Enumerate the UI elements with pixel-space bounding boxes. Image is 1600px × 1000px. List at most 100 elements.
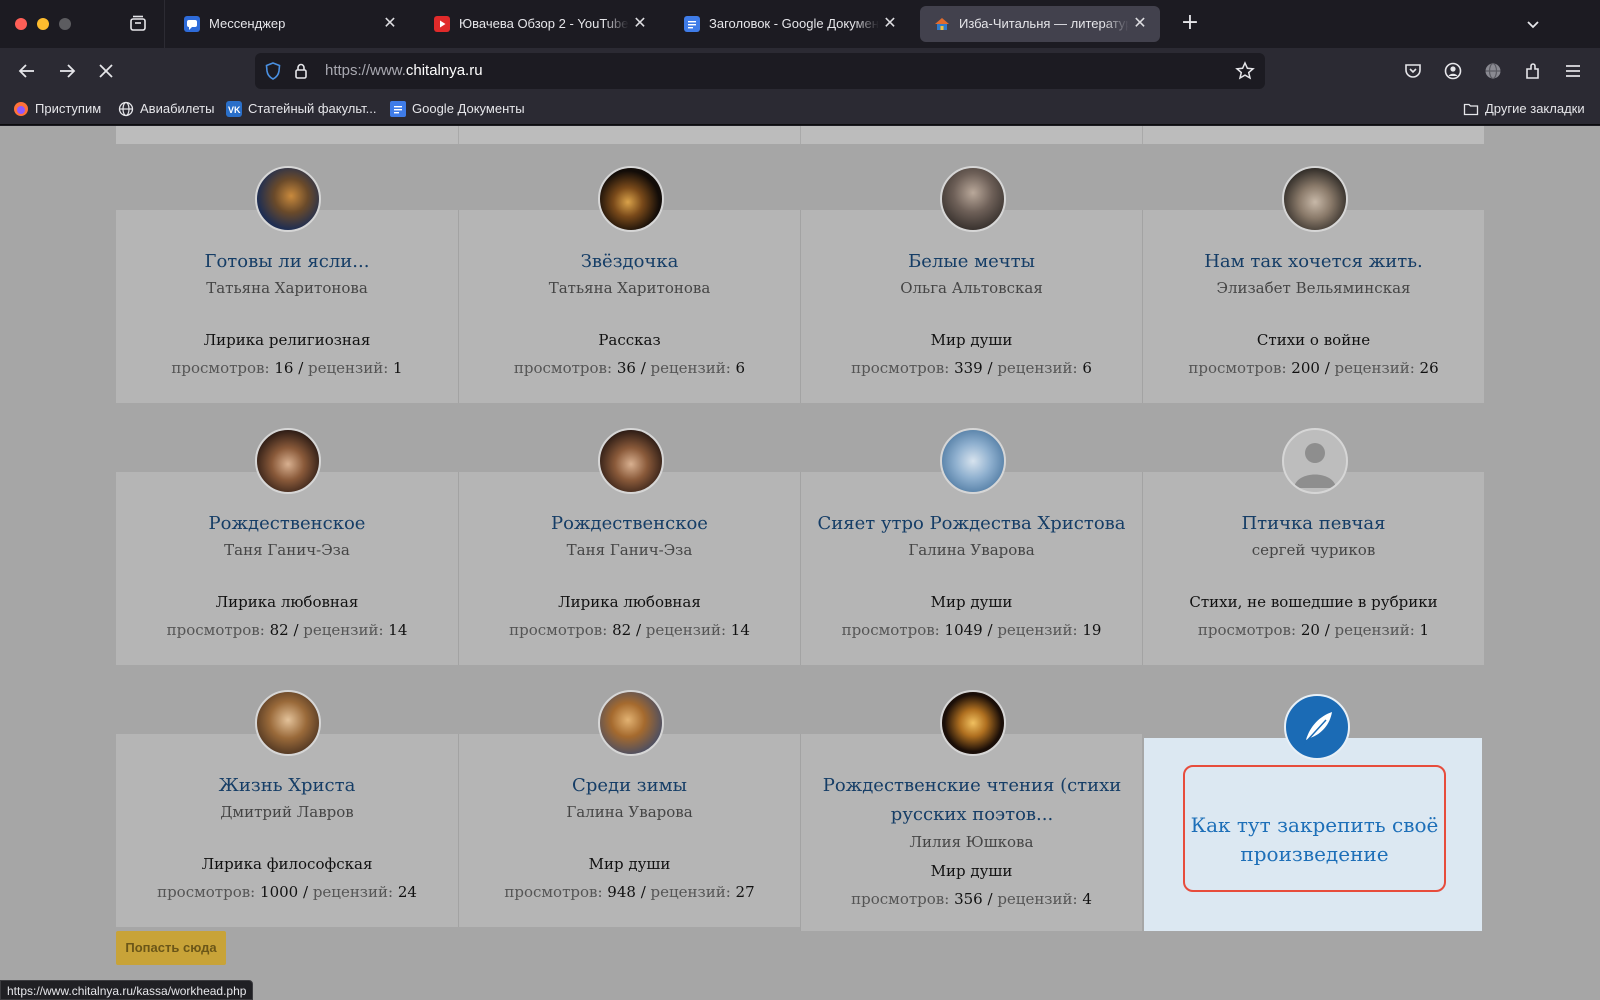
work-card[interactable]: Рождественское Таня Ганич-Эза Лирика люб… [458,428,800,665]
pin-work-link[interactable]: Как тут закрепить своё произведение [1185,811,1444,869]
work-genre: Стихи, не вошедшие в рубрики [1189,593,1438,611]
work-stats: просмотров: 948 / рецензий: 27 [504,883,755,901]
pocket-icon[interactable] [1403,61,1423,81]
work-stats: просмотров: 36 / рецензий: 6 [513,359,746,377]
work-card[interactable]: Среди зимы Галина Уварова Мир души просм… [458,690,800,927]
tab-title: Ювачева Обзор 2 - YouTube [459,16,629,31]
work-author-link[interactable]: Галина Уварова [459,803,800,821]
tracking-protection-shield-icon[interactable] [263,61,283,81]
window-maximize-button[interactable] [59,18,71,30]
author-avatar[interactable] [598,690,664,756]
chitalnya-icon [934,16,950,32]
back-button[interactable] [17,61,37,81]
work-stats: просмотров: 1000 / рецензий: 24 [157,883,417,901]
author-avatar[interactable] [598,428,664,494]
work-title-link[interactable]: Птичка певчая [1143,509,1484,538]
work-genre: Стихи о войне [1256,331,1371,349]
work-title-link[interactable]: Рождественские чтения (стихи русских поэ… [822,771,1122,829]
forward-button[interactable] [57,61,77,81]
tab-manager-icon[interactable] [128,14,148,34]
work-author-link[interactable]: Элизабет Вельяминская [1143,279,1484,297]
work-author-link[interactable]: Татьяна Харитонова [116,279,458,297]
work-title-link[interactable]: Нам так хочется жить. [1143,247,1484,276]
work-card[interactable]: Птичка певчая сергей чуриков Стихи, не в… [1142,428,1484,665]
work-genre: Рассказ [598,331,661,349]
work-title-link[interactable]: Сияет утро Рождества Христова [801,509,1142,538]
work-card[interactable]: Рождественские чтения (стихи русских поэ… [800,690,1142,931]
author-avatar[interactable] [940,428,1006,494]
work-author-link[interactable]: Таня Ганич-Эза [116,541,458,559]
stop-loading-button[interactable] [96,61,116,81]
author-avatar[interactable] [940,166,1006,232]
bookmark-star-icon[interactable] [1235,61,1255,81]
default-avatar-icon[interactable] [1282,428,1348,494]
work-card[interactable]: Сияет утро Рождества Христова Галина Ува… [800,428,1142,665]
author-avatar[interactable] [940,690,1006,756]
navigation-toolbar: https://www.chitalnya.ru [0,48,1600,94]
google-docs-icon [684,16,700,32]
tab-google-docs[interactable]: Заголовок - Google Документы ✕ [670,6,910,42]
work-author-link[interactable]: Дмитрий Лавров [116,803,458,821]
tab-close-icon[interactable]: ✕ [382,15,398,31]
promo-highlight-box: Как тут закрепить своё произведение [1183,765,1446,892]
author-avatar[interactable] [255,428,321,494]
youtube-icon [434,16,450,32]
work-genre: Лирика любовная [558,593,701,611]
author-avatar[interactable] [1282,166,1348,232]
work-title-link[interactable]: Жизнь Христа [116,771,458,800]
work-genre: Лирика любовная [215,593,359,611]
work-card[interactable]: Звёздочка Татьяна Харитонова Рассказ про… [458,166,800,403]
promo-card[interactable]: Как тут закрепить своё произведение [1144,694,1482,931]
author-avatar[interactable] [255,166,321,232]
svg-text:VK: VK [228,105,241,115]
author-avatar[interactable] [598,166,664,232]
status-bar-url: https://www.chitalnya.ru/kassa/workhead.… [0,980,254,1000]
tab-title: Заголовок - Google Документы [709,16,879,31]
new-tab-button[interactable]: + [1180,12,1200,34]
get-here-button[interactable]: Попасть сюда [116,931,226,965]
vpn-globe-icon[interactable] [1483,61,1503,81]
window-close-button[interactable] [15,18,27,30]
work-stats: просмотров: 356 / рецензий: 4 [851,890,1092,908]
globe-icon [118,101,134,117]
tab-youtube[interactable]: Ювачева Обзор 2 - YouTube ✕ [420,6,660,42]
work-author-link[interactable]: Ольга Альтовская [801,279,1142,297]
author-avatar[interactable] [255,690,321,756]
tab-close-icon[interactable]: ✕ [1132,15,1148,31]
work-stats: просмотров: 82 / рецензий: 14 [166,621,408,639]
window-minimize-button[interactable] [37,18,49,30]
extensions-icon[interactable] [1523,61,1543,81]
work-author-link[interactable]: Лилия Юшкова [801,833,1142,851]
work-title-link[interactable]: Среди зимы [459,771,800,800]
work-card[interactable]: Белые мечты Ольга Альтовская Мир души пр… [800,166,1142,403]
account-icon[interactable] [1443,61,1463,81]
work-genre: Мир души [588,855,671,873]
bookmarks-toolbar: Приступим Авиабилеты VK Статейный факуль… [0,94,1600,125]
menu-icon[interactable] [1563,61,1583,81]
url-bar[interactable]: https://www.chitalnya.ru [255,53,1265,89]
url-text[interactable]: https://www.chitalnya.ru [325,62,483,79]
lock-icon[interactable] [291,61,311,81]
feather-icon [1284,694,1350,760]
page-viewport: Готовы ли ясли... Татьяна Харитонова Лир… [0,126,1600,1000]
work-title-link[interactable]: Рождественское [116,509,458,538]
tab-close-icon[interactable]: ✕ [632,15,648,31]
work-card[interactable]: Готовы ли ясли... Татьяна Харитонова Лир… [116,166,458,403]
work-title-link[interactable]: Звёздочка [459,247,800,276]
work-title-link[interactable]: Рождественское [459,509,800,538]
work-card[interactable]: Рождественское Таня Ганич-Эза Лирика люб… [116,428,458,665]
tab-close-icon[interactable]: ✕ [882,15,898,31]
tab-bar: Мессенджер ✕ Ювачева Обзор 2 - YouTube ✕… [0,0,1600,48]
work-author-link[interactable]: Галина Уварова [801,541,1142,559]
work-author-link[interactable]: сергей чуриков [1143,541,1484,559]
work-author-link[interactable]: Татьяна Харитонова [459,279,800,297]
work-title-link[interactable]: Готовы ли ясли... [116,247,458,276]
work-author-link[interactable]: Таня Ганич-Эза [459,541,800,559]
tab-messenger[interactable]: Мессенджер ✕ [170,6,410,42]
list-all-tabs-icon[interactable] [1523,14,1543,34]
work-card[interactable]: Жизнь Христа Дмитрий Лавров Лирика филос… [116,690,458,927]
work-card[interactable]: Нам так хочется жить. Элизабет Вельяминс… [1142,166,1484,403]
work-title-link[interactable]: Белые мечты [801,247,1142,276]
tab-chitalnya[interactable]: Изба-Читальня — литературный ✕ [920,6,1160,42]
tab-title: Мессенджер [209,16,286,31]
